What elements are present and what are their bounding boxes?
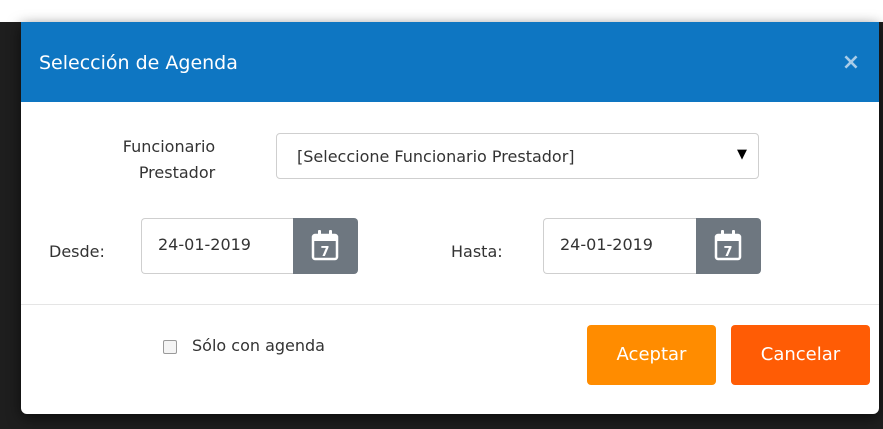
divider <box>21 304 879 305</box>
solo-con-agenda-label[interactable]: Sólo con agenda <box>192 336 325 355</box>
desde-date-input[interactable]: 24-01-2019 <box>141 218 294 274</box>
dialog-title: Selección de Agenda <box>39 52 238 74</box>
hasta-calendar-button[interactable]: 7 <box>696 218 761 274</box>
close-button[interactable]: × <box>841 50 861 75</box>
chevron-down-icon: ▼ <box>737 147 747 162</box>
agenda-selection-dialog: Selección de Agenda × Funcionario Presta… <box>21 22 879 414</box>
svg-text:7: 7 <box>723 245 732 260</box>
cancel-button[interactable]: Cancelar <box>731 325 870 385</box>
hasta-date-value: 24-01-2019 <box>560 235 653 254</box>
close-icon: × <box>841 50 861 75</box>
calendar-icon: 7 <box>714 230 742 261</box>
accept-button[interactable]: Aceptar <box>587 325 716 385</box>
hasta-date-input[interactable]: 24-01-2019 <box>543 218 697 274</box>
funcionario-label: Funcionario Prestador <box>109 134 229 186</box>
hasta-label: Hasta: <box>451 242 503 261</box>
funcionario-label-line1: Funcionario <box>122 137 216 156</box>
funcionario-select[interactable]: [Seleccione Funcionario Prestador] ▼ <box>276 133 759 179</box>
dialog-header: Selección de Agenda × <box>21 22 879 102</box>
funcionario-label-line2: Prestador <box>138 163 216 182</box>
backdrop <box>0 0 883 22</box>
desde-date-value: 24-01-2019 <box>158 235 251 254</box>
solo-con-agenda-checkbox[interactable] <box>163 340 177 354</box>
calendar-icon: 7 <box>311 230 339 261</box>
desde-calendar-button[interactable]: 7 <box>293 218 358 274</box>
desde-label: Desde: <box>49 242 105 261</box>
svg-text:7: 7 <box>320 245 329 260</box>
funcionario-select-value: [Seleccione Funcionario Prestador] <box>297 147 575 166</box>
